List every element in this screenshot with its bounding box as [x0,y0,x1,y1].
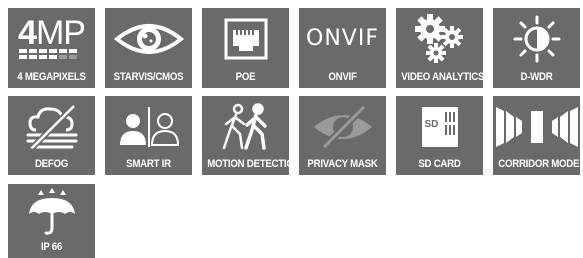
feature-label: CORRIDOR MODE [498,158,580,170]
feature-tile-motion-detection: MOTION DETECTION [202,96,301,175]
feature-label: ONVIF [328,71,357,83]
feature-tile-d-wdr: D-WDR [493,8,580,88]
walking-people-icon [202,96,289,158]
feature-tile-privacy-mask: PRIVACY MASK [299,96,386,175]
ethernet-port-icon [202,8,289,70]
feature-label: POE [235,71,256,83]
feature-tile-video-analytics: VIDEO ANALYTICS [396,8,485,88]
gears-icon [396,8,483,70]
feature-label: 4 MEGAPIXELS [17,71,86,83]
feature-tile-poe: POE [202,8,289,88]
fog-cloud-slash-icon [8,96,95,158]
feature-label: SD CARD [418,158,461,170]
feature-tile-4-megapixels: 4MP 4 MEGAPIXELS [8,8,95,88]
eye-icon [105,8,192,70]
feature-tile-sd-card: SD SD CARD [396,96,483,175]
feature-tile-starvis-cmos: STARVIS/CMOS [105,8,192,88]
feature-label: MOTION DETECTION [207,158,301,170]
feature-tile-corridor-mode: CORRIDOR MODE [493,96,580,175]
feature-tile-ip-66: IP 66 [8,184,95,258]
onvif-logo-icon: ONVIF [306,26,379,51]
feature-label: IP 66 [40,241,63,253]
feature-tile-onvif: ONVIF ONVIF [299,8,386,88]
feature-label: STARVIS/CMOS [113,71,184,83]
corridor-icon [493,96,580,158]
feature-tile-defog: DEFOG [8,96,95,175]
feature-label: SMART IR [126,158,171,170]
feature-label: VIDEO ANALYTICS [401,71,485,83]
feature-label: PRIVACY MASK [307,158,378,170]
4mp-icon: 4MP [8,8,95,70]
feature-tile-smart-ir: SMART IR [105,96,192,175]
feature-label: D-WDR [520,71,553,83]
sun-half-icon [493,8,580,70]
umbrella-rain-icon [8,184,95,240]
sd-card-icon: SD [396,96,483,158]
feature-label: DEFOG [34,158,69,170]
eye-slash-icon [299,96,386,158]
person-compare-icon [105,96,192,158]
